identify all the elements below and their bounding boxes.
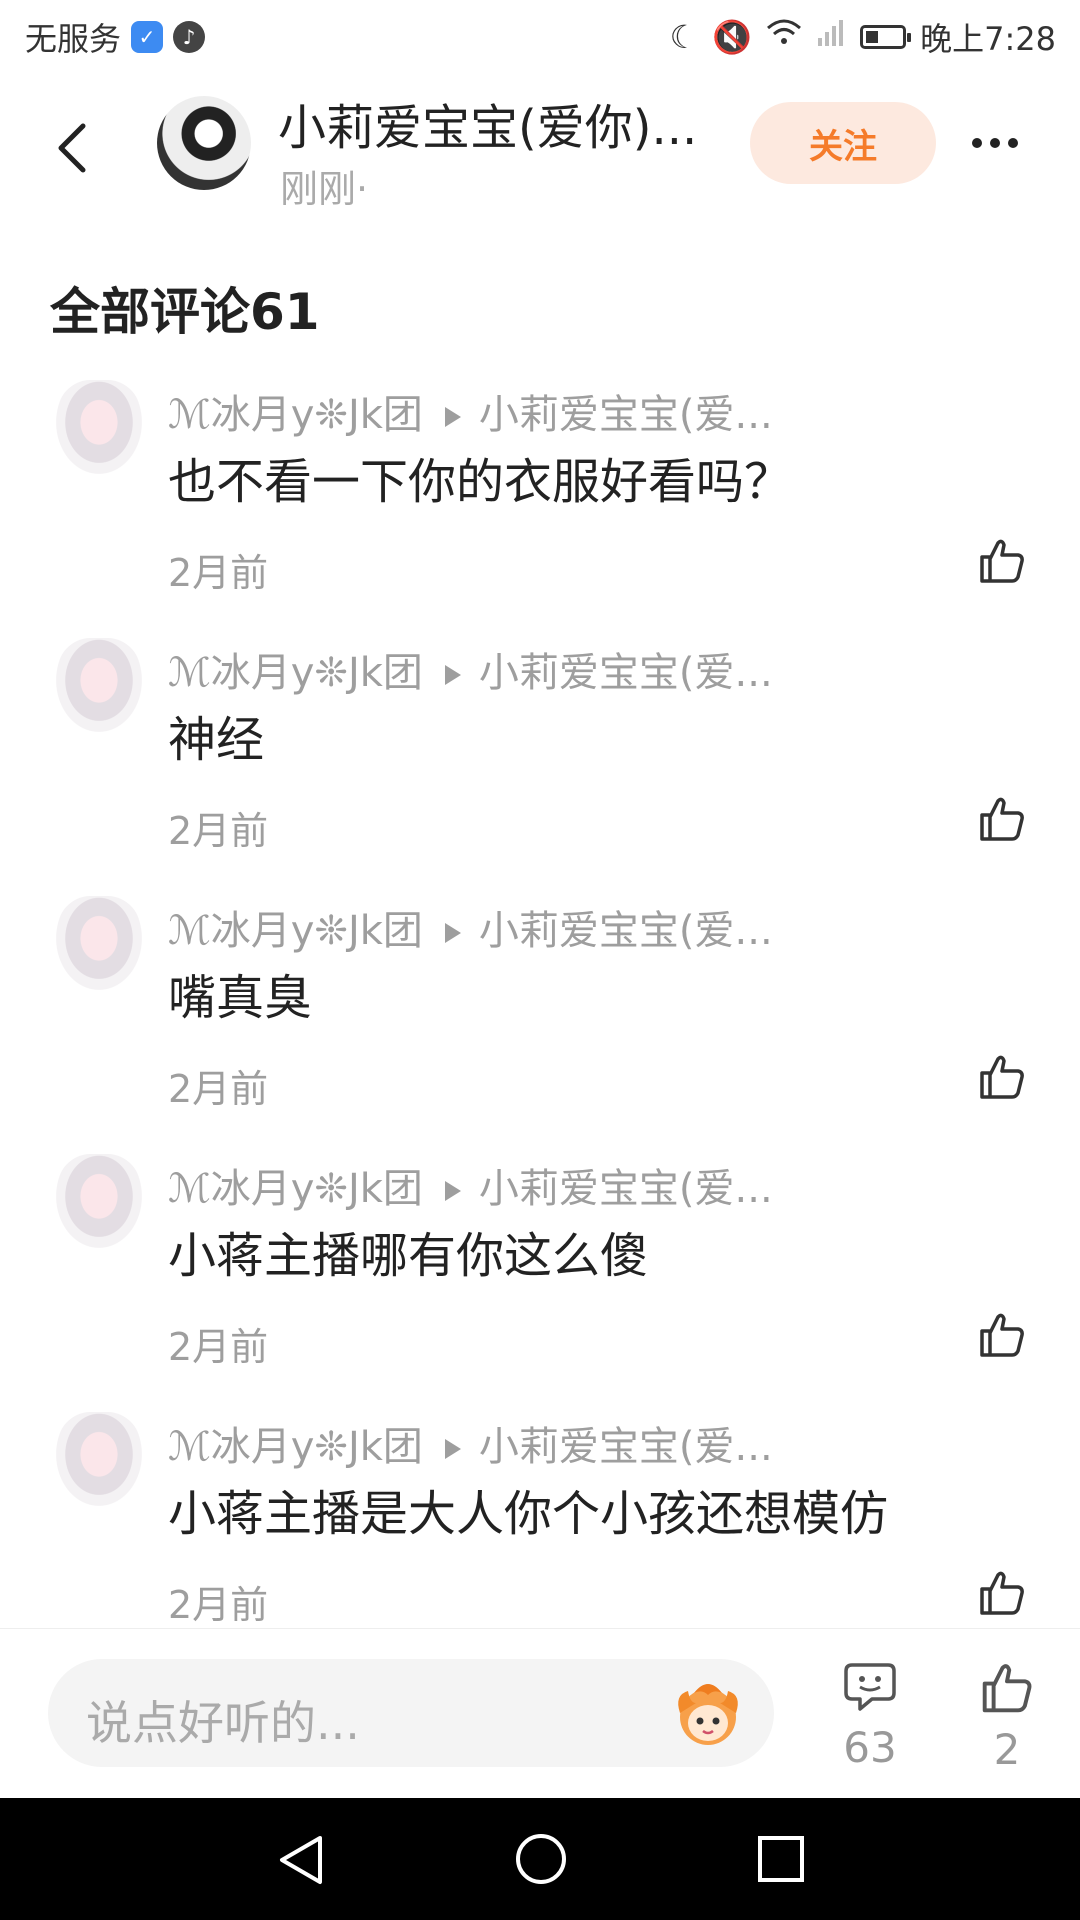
comment-author[interactable]: ℳ冰月y❊Jk团 [168, 908, 423, 954]
comment-time: 2月前 [168, 1583, 269, 1627]
author-name[interactable]: 小莉爱宝宝(爱你)... [278, 88, 738, 158]
battery-icon [860, 25, 912, 49]
comment-item[interactable]: ℳ冰月y❊Jk团 小莉爱宝宝(爱... 也不看一下你的衣服好看吗？ 2月前 [0, 380, 1080, 620]
reply-to-name[interactable]: 小莉爱宝宝(爱... [479, 650, 773, 696]
commenter-avatar[interactable] [56, 380, 142, 474]
reply-to-name[interactable]: 小莉爱宝宝(爱... [479, 1424, 773, 1470]
thumbs-up-icon[interactable] [976, 535, 1028, 587]
more-dots-icon [972, 138, 982, 148]
commenter-avatar[interactable] [56, 896, 142, 990]
thumbs-up-icon[interactable] [976, 793, 1028, 845]
nav-recents-icon[interactable] [756, 1834, 806, 1884]
comments-stat[interactable]: 63 [815, 1659, 925, 1772]
comments-section-title: 全部评论61 [50, 283, 320, 341]
post-header: 小莉爱宝宝(爱你)... 刚刚· 关注 [0, 80, 1080, 220]
comment-item[interactable]: ℳ冰月y❊Jk团 小莉爱宝宝(爱... 小蒋主播是大人你个小孩还想模仿 2月前 [0, 1412, 1080, 1627]
comment-text: 神经 [168, 712, 265, 768]
carrier-label: 无服务 [25, 20, 122, 58]
comment-item[interactable]: ℳ冰月y❊Jk团 小莉爱宝宝(爱... 嘴真臭 2月前 [0, 896, 1080, 1136]
commenter-avatar[interactable] [56, 638, 142, 732]
reply-to-name[interactable]: 小莉爱宝宝(爱... [479, 908, 773, 954]
post-time: 刚刚· [280, 167, 369, 211]
comment-time: 2月前 [168, 809, 269, 853]
reply-to-name[interactable]: 小莉爱宝宝(爱... [479, 1166, 773, 1212]
comment-time: 2月前 [168, 551, 269, 595]
comment-author[interactable]: ℳ冰月y❊Jk团 [168, 1166, 423, 1212]
mute-icon: 🔇 [712, 18, 753, 56]
moon-icon: ☾ [669, 18, 699, 56]
reply-arrow-icon [444, 665, 461, 685]
back-button[interactable] [42, 108, 102, 188]
nav-back-icon[interactable] [276, 1834, 326, 1886]
comment-text: 嘴真臭 [168, 970, 313, 1026]
comment-author[interactable]: ℳ冰月y❊Jk团 [168, 392, 423, 438]
mascot-emoji-icon[interactable] [668, 1673, 748, 1753]
comment-text: 小蒋主播哪有你这么傻 [168, 1228, 649, 1284]
comment-time: 2月前 [168, 1067, 269, 1111]
chevron-left-icon [58, 123, 86, 173]
commenter-avatar[interactable] [56, 1154, 142, 1248]
thumbs-up-icon[interactable] [976, 1567, 1028, 1619]
system-nav-bar [0, 1798, 1080, 1920]
comment-text: 也不看一下你的衣服好看吗？ [168, 454, 793, 510]
thumbs-up-icon[interactable] [976, 1309, 1028, 1361]
author-avatar[interactable] [157, 96, 251, 190]
wifi-icon [766, 18, 802, 56]
reply-arrow-icon [444, 1439, 461, 1459]
comment-input[interactable]: 说点好听的... [48, 1659, 774, 1767]
nav-home-icon[interactable] [514, 1832, 568, 1886]
reply-to-name[interactable]: 小莉爱宝宝(爱... [479, 392, 773, 438]
comment-item[interactable]: ℳ冰月y❊Jk团 小莉爱宝宝(爱... 小蒋主播哪有你这么傻 2月前 [0, 1154, 1080, 1394]
tiktok-app-icon: ♪ [173, 21, 206, 53]
thumbs-up-icon [982, 1664, 1032, 1713]
reply-arrow-icon [444, 1181, 461, 1201]
comment-text: 小蒋主播是大人你个小孩还想模仿 [168, 1486, 889, 1542]
signal-icon [816, 18, 846, 56]
comment-time: 2月前 [168, 1325, 269, 1369]
status-bar: 无服务 ✓ ♪ ☾ 🔇 晚上7:28 [0, 0, 1080, 75]
reply-arrow-icon [444, 923, 461, 943]
thumbs-up-icon[interactable] [976, 1051, 1028, 1103]
commenter-avatar[interactable] [56, 1412, 142, 1506]
comment-author[interactable]: ℳ冰月y❊Jk团 [168, 650, 423, 696]
bottom-action-bar: 说点好听的... 63 2 [0, 1628, 1080, 1799]
like-count: 2 [993, 1725, 1021, 1774]
comment-input-placeholder: 说点好听的... [86, 1696, 360, 1750]
comment-bubble-icon [844, 1663, 896, 1711]
comment-item[interactable]: ℳ冰月y❊Jk团 小莉爱宝宝(爱... 神经 2月前 [0, 638, 1080, 878]
comment-count: 63 [843, 1723, 897, 1772]
clock: 晚上7:28 [920, 20, 1056, 58]
likes-stat[interactable]: 2 [952, 1659, 1062, 1774]
follow-button[interactable]: 关注 [750, 102, 936, 184]
shield-app-icon: ✓ [131, 21, 164, 53]
comment-author[interactable]: ℳ冰月y❊Jk团 [168, 1424, 423, 1470]
more-options-button[interactable] [960, 118, 1030, 168]
reply-arrow-icon [444, 407, 461, 427]
